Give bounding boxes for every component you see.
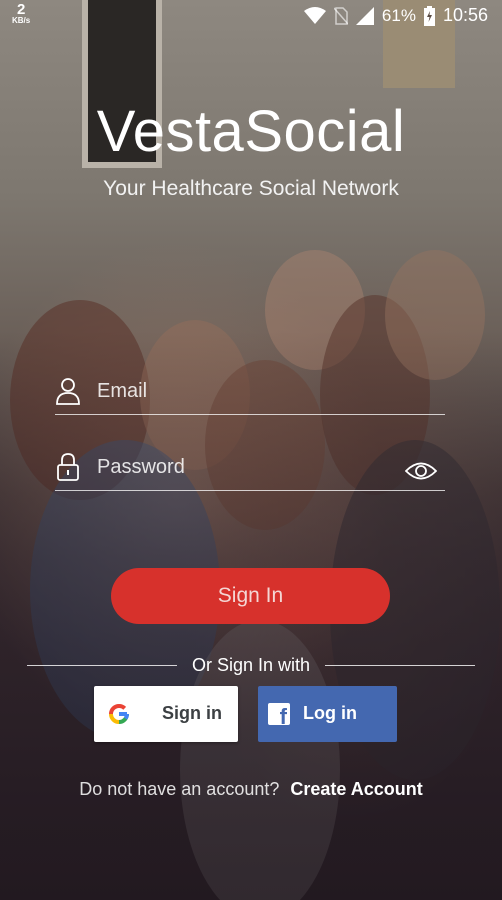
no-sim-icon: [333, 6, 348, 25]
network-speed-value: 2: [16, 1, 26, 18]
clock: 10:56: [442, 5, 488, 25]
status-bar: 2 KB/s 61% 10:56: [0, 0, 502, 34]
show-password-eye-icon[interactable]: [405, 460, 437, 482]
login-screen: 2 KB/s 61% 10:56 VestaSocial Your Health…: [0, 0, 502, 900]
google-sign-in-button[interactable]: Sign in: [94, 686, 238, 742]
no-account-prompt: Do not have an account?: [79, 779, 280, 799]
password-input[interactable]: [97, 450, 397, 484]
signal-icon: [355, 6, 374, 25]
password-field[interactable]: [55, 446, 445, 491]
google-sign-in-label: Sign in: [162, 703, 222, 723]
status-icons: 61% 10:56: [303, 5, 488, 26]
facebook-icon: f: [268, 703, 290, 725]
create-account-row: Do not have an account? Create Account: [0, 779, 502, 800]
create-account-link[interactable]: Create Account: [290, 779, 422, 799]
app-subtitle: Your Healthcare Social Network: [103, 177, 399, 200]
user-icon: [56, 378, 80, 405]
network-speed: 2 KB/s: [12, 2, 30, 25]
sign-in-button[interactable]: Sign In: [111, 568, 390, 624]
divider-line-right: [325, 665, 475, 666]
google-icon: [109, 704, 129, 724]
app-title: VestaSocial: [96, 99, 406, 164]
email-input[interactable]: [97, 374, 397, 408]
facebook-login-label: Log in: [303, 703, 357, 723]
email-field[interactable]: [55, 370, 445, 415]
social-divider: Or Sign In with: [27, 654, 475, 678]
wifi-icon: [303, 6, 326, 24]
network-speed-unit: KB/s: [12, 16, 31, 25]
battery-percent: 61%: [381, 5, 416, 25]
facebook-login-button[interactable]: f Log in: [258, 686, 397, 742]
battery-charging-icon: [423, 5, 435, 26]
lock-icon: [57, 453, 79, 481]
